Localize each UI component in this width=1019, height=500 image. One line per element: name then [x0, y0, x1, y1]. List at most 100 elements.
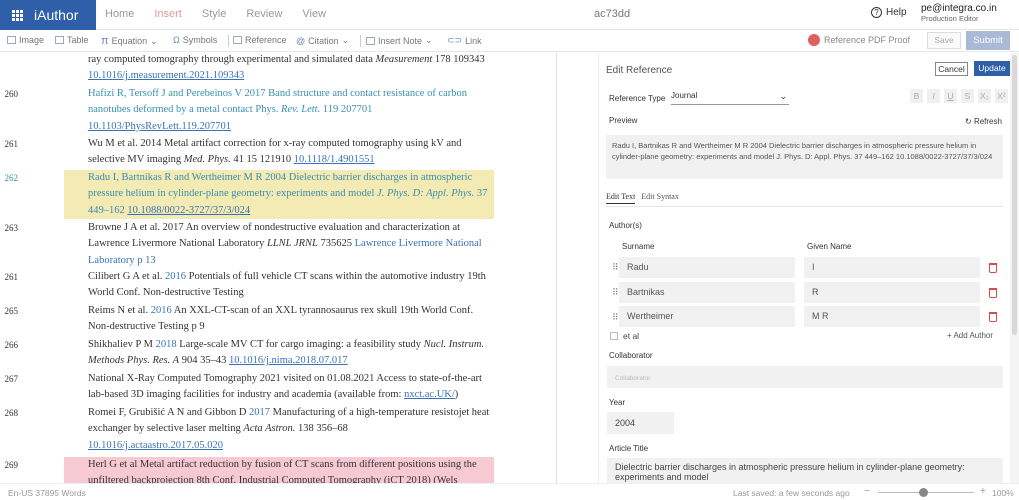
reference-item-selected[interactable]: 262 Radu I, Bartnikas R and Wertheimer M…	[5, 170, 494, 219]
collaborator-placeholder: Collaborator	[615, 375, 651, 382]
user-menu[interactable]: pe@integra.co.in Production Editor	[921, 4, 997, 24]
reference-doi-link[interactable]: 10.1118/1.4901551	[294, 154, 375, 165]
reference-journal: LLNL JRNL	[267, 238, 318, 250]
edit-tabs: Edit Text Edit Syntax	[606, 192, 679, 204]
toolbar-image[interactable]: Image	[7, 35, 44, 45]
et-al-checkbox[interactable]	[610, 332, 618, 340]
given-name-field[interactable]: I	[804, 257, 980, 278]
reference-text: 41 15 121910	[230, 154, 294, 166]
reference-number: 268	[4, 408, 19, 418]
refresh-button[interactable]: ↻ Refresh	[965, 117, 1002, 126]
reference-doi-link[interactable]: 10.1016/j.measurement.2021.109343	[88, 70, 244, 81]
app-name: iAuthor	[34, 7, 79, 23]
reference-item[interactable]: 261 Cilibert G A et al. 2016 Potentials …	[5, 269, 494, 302]
nav-view[interactable]: View	[302, 8, 326, 20]
reference-icon	[233, 36, 242, 44]
user-role: Production Editor	[921, 14, 979, 23]
nav-review[interactable]: Review	[246, 8, 282, 20]
nav-style[interactable]: Style	[202, 8, 226, 20]
reference-item[interactable]: 268 Romei F, Grubišić A N and Gibbon D 2…	[5, 405, 494, 454]
reference-pdf-proof-button[interactable]: Reference PDF Proof	[808, 34, 910, 46]
reference-doi-link[interactable]: 10.1103/PhysRevLett.119.207701	[88, 121, 231, 132]
reference-item[interactable]: 261 Wu M et al. 2014 Metal artifact corr…	[5, 136, 494, 169]
reference-year: 2017	[249, 407, 271, 418]
toolbar-insert-note[interactable]: Insert Note ⌄	[366, 35, 433, 46]
italic-button[interactable]: I	[927, 89, 940, 103]
reference-doi-link[interactable]: 10.1016/j.nima.2018.07.017	[229, 355, 348, 366]
reference-number: 260	[4, 89, 19, 99]
omega-icon: Ω	[173, 35, 180, 45]
save-button[interactable]: Save	[927, 32, 961, 49]
tab-edit-syntax[interactable]: Edit Syntax	[641, 192, 679, 204]
submit-button[interactable]: Submit	[966, 31, 1010, 50]
toolbar-image-label: Image	[19, 35, 45, 45]
reference-year: 2016	[150, 305, 172, 316]
document-content[interactable]: ray computed tomography through experime…	[0, 53, 598, 483]
drag-handle-icon[interactable]: ⠿	[612, 262, 619, 273]
reference-item[interactable]: 266 Shikhaliev P M 2018 Large-scale MV C…	[5, 337, 494, 370]
reference-text: 119 207701	[320, 104, 373, 116]
surname-field[interactable]: Radu	[619, 257, 795, 278]
surname-field[interactable]: Bartnikas	[619, 282, 795, 303]
panel-title: Edit Reference	[606, 65, 673, 76]
reference-doi-link[interactable]: 10.1088/0022-3727/37/3/024	[127, 205, 250, 216]
et-al-label: et al	[623, 331, 640, 341]
table-icon	[55, 36, 64, 44]
zoom-in-button[interactable]: +	[980, 486, 986, 497]
panel-scrollbar-thumb[interactable]	[1012, 55, 1017, 335]
toolbar-link[interactable]: ⊂⊃ Link	[447, 35, 482, 46]
toolbar-equation-label: Equation	[111, 36, 148, 46]
superscript-button[interactable]: X²	[995, 89, 1008, 103]
image-icon	[7, 36, 16, 44]
given-name-field[interactable]: M R	[804, 306, 980, 327]
given-name-field[interactable]: R	[804, 282, 980, 303]
nav-insert[interactable]: Insert	[154, 8, 182, 20]
drag-handle-icon[interactable]: ⠿	[612, 312, 619, 323]
toolbar-citation[interactable]: @ Citation ⌄	[296, 35, 349, 46]
article-title-input[interactable]: Dielectric barrier discharges in atmosph…	[607, 458, 1003, 483]
drag-handle-icon[interactable]: ⠿	[612, 287, 619, 298]
app-brand[interactable]: iAuthor	[0, 0, 96, 30]
reference-type-select[interactable]: Journal ⌄	[671, 91, 789, 105]
reference-text: 178 109343	[432, 54, 485, 65]
delete-author-icon[interactable]	[989, 312, 997, 322]
toolbar-divider	[360, 35, 361, 47]
year-input[interactable]: 2004	[607, 412, 674, 434]
toolbar-symbols[interactable]: Ω Symbols	[173, 35, 217, 45]
underline-button[interactable]: U	[944, 89, 957, 103]
status-bar: En-US 37895 Words Last saved: a few seco…	[0, 483, 1019, 500]
reference-text: Large-scale MV CT for cargo imaging: a f…	[176, 339, 424, 350]
nav-home[interactable]: Home	[105, 8, 134, 20]
toolbar-equation[interactable]: π Equation ⌄	[101, 35, 158, 47]
reference-item[interactable]: 267 National X-Ray Computed Tomography 2…	[5, 371, 494, 404]
delete-author-icon[interactable]	[989, 288, 997, 298]
reference-item[interactable]: 263 Browne J A et al. 2017 An overview o…	[5, 220, 494, 269]
edit-reference-panel: Edit Reference Cancel Update Reference T…	[598, 53, 1010, 483]
tab-edit-text[interactable]: Edit Text	[606, 192, 636, 204]
collaborator-input[interactable]: Collaborator	[607, 366, 1003, 388]
help-button[interactable]: ? Help	[871, 7, 907, 18]
cancel-button[interactable]: Cancel	[935, 62, 968, 76]
reference-item-flagged[interactable]: 269 Herl G et al Metal artifact reductio…	[5, 457, 494, 483]
zoom-out-button[interactable]: −	[864, 486, 870, 497]
reference-number: 262	[4, 173, 19, 183]
reference-item[interactable]: 265 Reims N et al. 2016 An XXL-CT-scan o…	[5, 303, 494, 336]
reference-url-link[interactable]: nxct.ac.UK/	[404, 389, 455, 400]
subscript-button[interactable]: X₂	[978, 89, 991, 103]
help-icon: ?	[871, 7, 882, 18]
update-button[interactable]: Update	[974, 61, 1010, 76]
surname-field[interactable]: Wertheimer	[619, 306, 795, 327]
add-author-button[interactable]: + Add Author	[947, 331, 993, 340]
reference-doi-link[interactable]: 10.1016/j.actaastro.2017.05.020	[88, 440, 223, 451]
delete-author-icon[interactable]	[989, 263, 997, 273]
zoom-slider-handle[interactable]	[919, 488, 929, 497]
strikethrough-button[interactable]: S	[961, 89, 974, 103]
reference-item[interactable]: 260 Hafizi R, Tersoff J and Perebeinos V…	[5, 86, 494, 135]
reference-item[interactable]: ray computed tomography through experime…	[64, 53, 494, 85]
pdf-proof-label: Reference PDF Proof	[824, 35, 911, 45]
bold-button[interactable]: B	[910, 89, 923, 103]
toolbar-table[interactable]: Table	[55, 35, 89, 45]
toolbar-reference[interactable]: Reference	[233, 35, 287, 45]
apps-grid-icon[interactable]	[12, 10, 23, 21]
reference-text: Hafizi R, Tersoff J and Perebeinos V 201…	[88, 88, 468, 116]
